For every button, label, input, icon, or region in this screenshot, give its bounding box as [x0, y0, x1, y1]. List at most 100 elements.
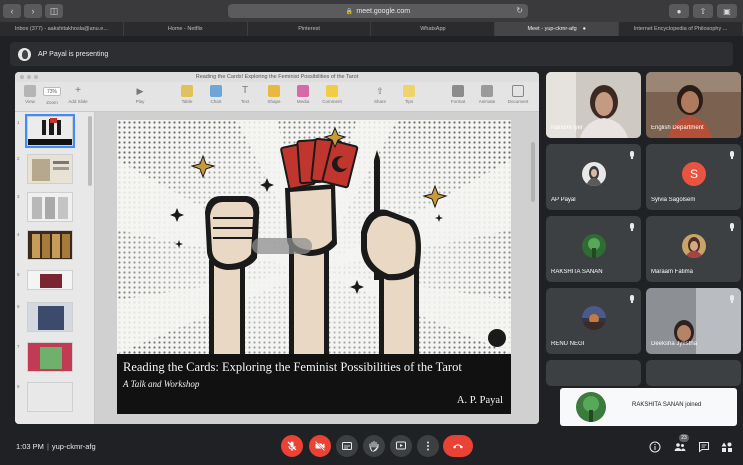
- slide-title: Reading the Cards: Exploring the Feminis…: [123, 360, 462, 374]
- participant-tile[interactable]: RENU NEGI: [546, 288, 641, 354]
- comment-button[interactable]: Comment: [319, 85, 345, 104]
- activities-button[interactable]: [720, 440, 734, 454]
- chat-icon: [699, 442, 709, 453]
- participant-avatar: [582, 306, 606, 330]
- viewer-controls-overlay[interactable]: [252, 238, 312, 254]
- slide-canvas[interactable]: Reading the Cards: Exploring the Feminis…: [95, 112, 539, 424]
- meet-control-bar: 1:03 PM | yup-ckmr-afg 23: [0, 430, 743, 465]
- tarot-hands-illustration: [117, 120, 511, 354]
- mic-off-icon: [287, 441, 297, 451]
- participant-tile-partial[interactable]: [546, 360, 641, 386]
- play-button[interactable]: ▶ Play: [127, 85, 153, 104]
- mic-muted-icon: [730, 223, 734, 231]
- browser-toolbar: ‹ › ◫ 🔒 meet.google.com ↻ ● ⇧ ▣: [0, 0, 743, 22]
- view-icon: [24, 85, 36, 97]
- toggle-mic-button[interactable]: [281, 435, 303, 457]
- slide-thumbnail[interactable]: [27, 270, 73, 290]
- people-button[interactable]: 23: [673, 434, 689, 454]
- camera-off-icon: [314, 440, 326, 452]
- participant-avatar: [582, 162, 606, 186]
- mic-icon: ●: [582, 26, 586, 32]
- participant-tile-partial[interactable]: [646, 360, 741, 386]
- slide-thumbnail[interactable]: [27, 230, 73, 260]
- join-notification: RAKSHITA SANAN joined: [560, 388, 737, 426]
- slide-number: 6: [17, 304, 20, 309]
- slide-number: 7: [17, 344, 20, 349]
- canvas-scrollbar[interactable]: [531, 142, 535, 202]
- slide-thumbnail[interactable]: [27, 342, 73, 372]
- captions-icon: [342, 442, 352, 450]
- back-arrow-icon[interactable]: ‹: [3, 4, 21, 18]
- tips-button[interactable]: Tips: [396, 85, 422, 104]
- tab-netflix[interactable]: Home - Netflix: [124, 22, 248, 36]
- tab-gmail[interactable]: Inbox (377) - aakshitakhosla@anu.e...: [0, 22, 124, 36]
- tab-philosophy[interactable]: Internet Encyclopedia of Philosophy ...: [619, 22, 743, 36]
- reload-icon[interactable]: ↻: [516, 6, 523, 15]
- add-slide-button[interactable]: + Add Slide: [65, 85, 91, 104]
- zoom-select[interactable]: 73%: [43, 87, 61, 96]
- address-bar[interactable]: 🔒 meet.google.com ↻: [228, 4, 528, 18]
- participant-name: Sylvia Sagolsem: [651, 197, 696, 203]
- share-button[interactable]: ⇧ Share: [367, 85, 393, 104]
- hang-up-icon: [453, 444, 463, 449]
- view-button[interactable]: View: [17, 85, 43, 104]
- shape-button[interactable]: Shape: [261, 85, 287, 104]
- media-button[interactable]: Media: [290, 85, 316, 104]
- forward-arrow-icon[interactable]: ›: [24, 4, 42, 18]
- url-text: meet.google.com: [356, 7, 411, 15]
- participant-tile[interactable]: AP Payal: [546, 144, 641, 210]
- tab-strip: Inbox (377) - aakshitakhosla@anu.e... Ho…: [0, 22, 743, 36]
- participant-tile[interactable]: English Department: [646, 72, 741, 138]
- animate-button[interactable]: Animate: [474, 85, 500, 104]
- window-controls: [20, 75, 38, 79]
- participant-tile[interactable]: RAKSHITA SANAN: [546, 216, 641, 282]
- document-icon: [512, 85, 524, 97]
- toggle-camera-button[interactable]: [309, 435, 331, 457]
- shape-icon: [268, 85, 280, 97]
- present-now-button[interactable]: [390, 435, 412, 457]
- raise-hand-button[interactable]: [363, 435, 385, 457]
- privacy-shield-icon[interactable]: ●: [669, 4, 689, 18]
- format-button[interactable]: Format: [445, 85, 471, 104]
- lightbulb-icon: [403, 85, 415, 97]
- tab-whatsapp[interactable]: WhatsApp: [371, 22, 496, 36]
- mic-muted-icon: [730, 295, 734, 303]
- text-button[interactable]: T Text: [232, 85, 258, 104]
- chat-button[interactable]: [697, 440, 711, 454]
- slide-thumbnail[interactable]: [27, 192, 73, 222]
- leave-call-button[interactable]: [443, 435, 473, 457]
- sidebar-icon[interactable]: ◫: [45, 4, 63, 18]
- participant-tile[interactable]: Nandini Iyer: [546, 72, 641, 138]
- participant-tile[interactable]: Deeksha Jyestha: [646, 288, 741, 354]
- mic-muted-icon: [730, 151, 734, 159]
- navigator-scrollbar[interactable]: [88, 116, 92, 186]
- lock-icon: 🔒: [345, 8, 354, 15]
- more-options-button[interactable]: [417, 435, 439, 457]
- slide-thumbnail[interactable]: [27, 302, 73, 332]
- table-button[interactable]: Table: [174, 85, 200, 104]
- share-icon[interactable]: ⇧: [693, 4, 713, 18]
- chart-icon: [210, 85, 222, 97]
- presenting-text: AP Payal is presenting: [38, 50, 109, 58]
- participant-avatar: [582, 234, 606, 258]
- shared-screen-keynote[interactable]: Reading the Cards! Exploring the Feminis…: [15, 72, 539, 424]
- tab-meet[interactable]: Meet - yup-ckmr-afg ●: [495, 22, 620, 36]
- chart-button[interactable]: Chart: [203, 85, 229, 104]
- tabs-overview-icon[interactable]: ▣: [717, 4, 737, 18]
- participant-tile[interactable]: Maraam Fatima: [646, 216, 741, 282]
- meeting-code: yup-ckmr-afg: [51, 442, 96, 451]
- tab-pinterest[interactable]: Pinterest: [248, 22, 372, 36]
- zoom-label-wrap: Zoom: [46, 100, 58, 105]
- meeting-details-button[interactable]: [648, 440, 662, 454]
- participant-name: RENU NEGI: [551, 341, 585, 347]
- slide-caption: Reading the Cards: Exploring the Feminis…: [117, 354, 511, 414]
- document-button[interactable]: Document: [505, 85, 531, 104]
- captions-button[interactable]: [336, 435, 358, 457]
- slide-thumbnail[interactable]: [25, 114, 75, 148]
- presenter-avatar: [18, 47, 31, 61]
- participant-tile[interactable]: S Sylvia Sagolsem: [646, 144, 741, 210]
- slide-thumbnail[interactable]: [27, 154, 73, 184]
- slide-navigator[interactable]: 1 2 3 4 5 6 7 8: [15, 112, 95, 424]
- slide-thumbnail[interactable]: [27, 382, 73, 412]
- table-icon: [181, 85, 193, 97]
